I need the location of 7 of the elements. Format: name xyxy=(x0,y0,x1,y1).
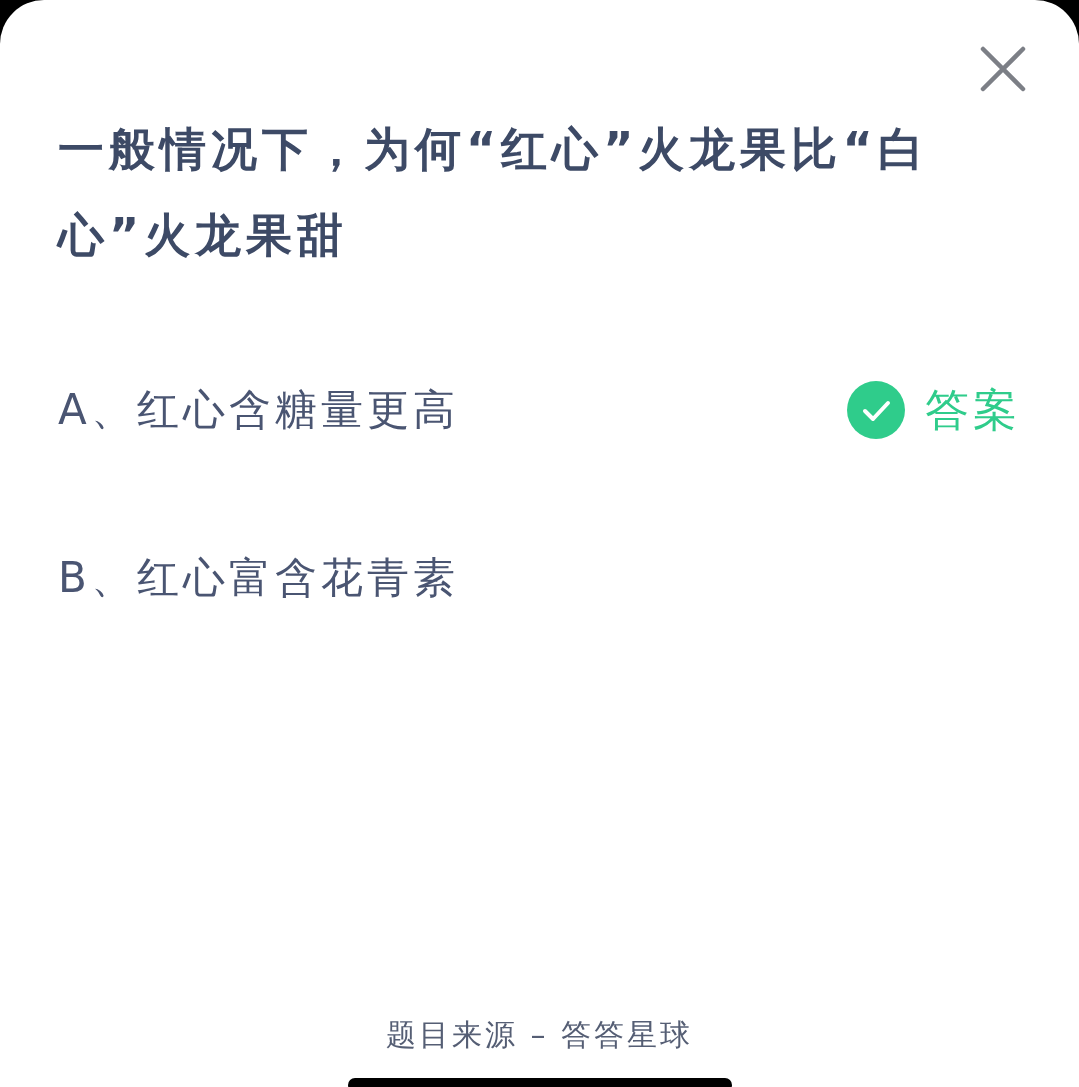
answer-label: 答案 xyxy=(925,382,1021,437)
option-text[interactable]: A、红心含糖量更高 xyxy=(58,382,459,438)
option-text[interactable]: B、红心富含花青素 xyxy=(58,550,459,606)
question-title: 一般情况下，为何“红心”火龙果比“白心”火龙果甜 xyxy=(58,121,930,264)
close-button[interactable] xyxy=(980,46,1026,92)
source-text: 题目来源 – 答答星球 xyxy=(385,1016,694,1054)
close-icon xyxy=(980,46,1026,92)
